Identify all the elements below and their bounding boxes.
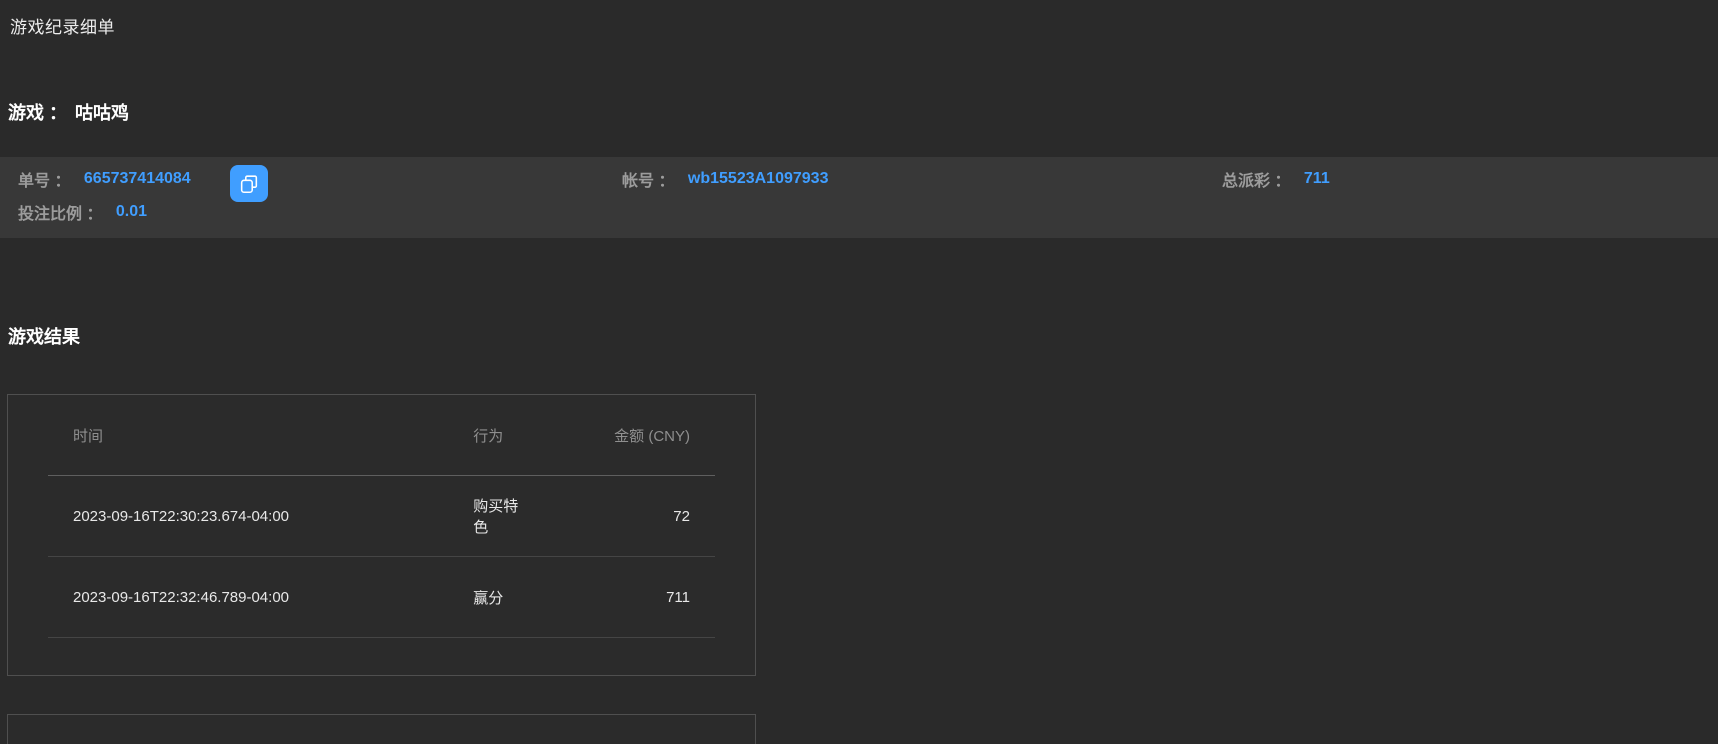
results-heading: 游戏结果: [8, 323, 80, 349]
cell-time: 2023-09-16T22:30:23.674-04:00: [48, 508, 448, 525]
info-bar: 单号 ： 665737414084 帐号 ： wb15523A1097933 总…: [0, 157, 1718, 238]
copy-icon: [238, 173, 260, 195]
bet-ratio-value: 0.01: [116, 203, 147, 220]
game-name: 咕咕鸡: [75, 103, 129, 123]
results-table: 时间 行为 金额 (CNY) 2023-09-16T22:30:23.674-0…: [48, 395, 715, 638]
total-payout-group: 总派彩 ： 711: [1222, 167, 1330, 191]
table-header-row: 时间 行为 金额 (CNY): [48, 395, 715, 476]
column-header-action: 行为: [448, 425, 555, 446]
bet-ratio-group: 投注比例 ： 0.01: [18, 200, 147, 224]
cell-action: 购买特色: [448, 495, 555, 537]
secondary-panel: [7, 714, 756, 744]
order-number-group: 单号 ： 665737414084: [18, 167, 191, 191]
order-number-value: 665737414084: [84, 170, 191, 187]
total-payout-value: 711: [1304, 170, 1330, 187]
table-row: 2023-09-16T22:30:23.674-04:00 购买特色 72: [48, 476, 715, 557]
table-row: 2023-09-16T22:32:46.789-04:00 赢分 711: [48, 557, 715, 638]
results-panel: 时间 行为 金额 (CNY) 2023-09-16T22:30:23.674-0…: [7, 394, 756, 676]
cell-action: 赢分: [448, 587, 555, 608]
game-label: 游戏 ：: [8, 103, 67, 123]
game-record-page: 游戏纪录细单 游戏 ： 咕咕鸡 单号 ： 665737414084 帐号 ： wb…: [0, 0, 1718, 744]
column-header-time: 时间: [48, 425, 448, 446]
cell-amount: 711: [555, 589, 715, 606]
account-group: 帐号 ： wb15523A1097933: [622, 167, 828, 191]
cell-time: 2023-09-16T22:32:46.789-04:00: [48, 589, 448, 606]
account-label: 帐号 ：: [622, 173, 674, 190]
account-value: wb15523A1097933: [688, 170, 829, 187]
page-title: 游戏纪录细单: [10, 13, 115, 38]
cell-amount: 72: [555, 508, 715, 525]
column-header-amount: 金额 (CNY): [555, 425, 715, 446]
bet-ratio-label: 投注比例 ：: [18, 206, 102, 223]
total-payout-label: 总派彩 ：: [1222, 173, 1290, 190]
game-heading: 游戏 ： 咕咕鸡: [8, 99, 129, 125]
order-number-label: 单号 ：: [18, 173, 70, 190]
copy-button[interactable]: [230, 165, 268, 202]
